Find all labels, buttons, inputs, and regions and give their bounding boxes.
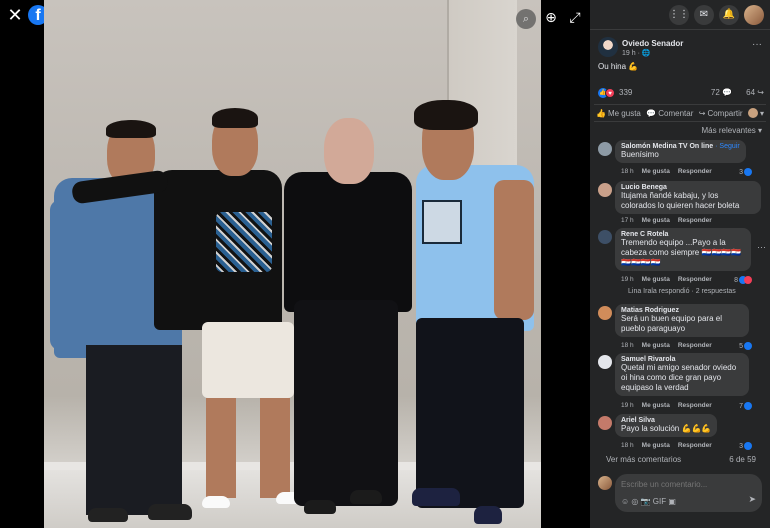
- author-avatar[interactable]: [598, 37, 618, 57]
- comment-bubble: Rene C Rotela Tremendo equipo ...Payo a …: [615, 228, 751, 271]
- messenger-icon[interactable]: ✉: [694, 4, 714, 25]
- sort-comments-dropdown[interactable]: Más relevantes ▾: [702, 126, 762, 135]
- comment-reply-button[interactable]: Responder: [678, 402, 712, 409]
- magnify-icon[interactable]: ⌕: [516, 9, 536, 29]
- commenter-avatar[interactable]: [598, 355, 612, 369]
- comment-item: Ariel Silva Payo la solución 💪💪💪 18 h Me …: [598, 414, 766, 452]
- comment-count[interactable]: 72 💬: [711, 88, 732, 97]
- replies-link[interactable]: Lina Irala respondió · 2 respuestas: [628, 288, 736, 295]
- composer-tools[interactable]: ☺ ◎ 📷 GIF ▣: [621, 497, 756, 506]
- comment-reactions[interactable]: 7: [739, 402, 752, 410]
- comment-reply-button[interactable]: Responder: [678, 168, 712, 175]
- comment-reactions[interactable]: 3: [739, 168, 752, 176]
- comment-like-button[interactable]: Me gusta: [642, 276, 670, 283]
- view-more-comments-link[interactable]: Ver más comentarios: [606, 455, 681, 464]
- post-meta: 19 h · 🌐: [622, 50, 651, 57]
- comment-like-button[interactable]: Me gusta: [642, 217, 670, 224]
- thumbs-up-icon: 👍: [596, 108, 606, 118]
- comment-item: Lucio Benega Itujama ñandé kabaju, y los…: [598, 181, 766, 227]
- commenter-avatar[interactable]: [598, 306, 612, 320]
- comment-time[interactable]: 18 h: [621, 168, 634, 175]
- post-text: Ou hina 💪: [598, 62, 639, 71]
- share-icon: ↪: [698, 108, 706, 118]
- reaction-count[interactable]: 339: [619, 88, 632, 97]
- comment-reply-button[interactable]: Responder: [678, 276, 712, 283]
- comment-bubble: Lucio Benega Itujama ñandé kabaju, y los…: [615, 181, 761, 214]
- post-author[interactable]: Oviedo Senador: [622, 39, 683, 48]
- follow-button[interactable]: · Seguir: [715, 143, 740, 150]
- comment-time[interactable]: 19 h: [621, 402, 634, 409]
- share-count[interactable]: 64 ↪: [746, 88, 764, 97]
- comment-icon: 💬: [646, 108, 657, 118]
- photo-viewer-screen: ✕ f ⌕ ⊕ ⤢ ⋮⋮ ✉ 🔔 Oviedo Senador 19 h · 🌐…: [0, 0, 770, 528]
- comment-item: Matias Rodriguez Será un buen equipo par…: [598, 304, 766, 350]
- menu-grid-icon[interactable]: ⋮⋮: [669, 4, 689, 25]
- comment-button[interactable]: 💬 Comentar: [646, 109, 693, 118]
- comment-time[interactable]: 17 h: [621, 217, 634, 224]
- love-reaction-icon: ♥: [605, 88, 615, 98]
- commenter-avatar[interactable]: [598, 183, 612, 197]
- comment-bubble: Ariel Silva Payo la solución 💪💪💪: [615, 414, 718, 437]
- comment-reactions[interactable]: 3: [739, 442, 752, 450]
- comment-time[interactable]: 18 h: [621, 442, 634, 449]
- comment-time[interactable]: 18 h: [621, 342, 634, 349]
- comment-text: Será un buen equipo para el pueblo parag…: [621, 314, 722, 333]
- comment-item: Salomón Medina TV On line · Seguir Buení…: [598, 140, 766, 178]
- comment-box: ☺ ◎ 📷 GIF ▣ ➤: [615, 474, 762, 512]
- comment-reply-button[interactable]: Responder: [678, 217, 712, 224]
- comment-reactions[interactable]: 5: [739, 342, 752, 350]
- post-header: Oviedo Senador 19 h · 🌐 ···: [598, 37, 766, 61]
- comment-page-count: 6 de 59: [729, 455, 756, 464]
- user-avatar[interactable]: [598, 476, 612, 490]
- top-bar: ⋮⋮ ✉ 🔔: [590, 0, 770, 30]
- comment-bubble: Samuel Rivarola Quetal mi amigo senador …: [615, 353, 749, 396]
- comment-composer: ☺ ◎ 📷 GIF ▣ ➤: [598, 474, 766, 512]
- like-button[interactable]: 👍 Me gusta: [596, 109, 641, 118]
- comment-text: Tremendo equipo ...Payo a la cabeza como…: [621, 238, 742, 267]
- commenter-avatar[interactable]: [598, 416, 612, 430]
- commenter-name[interactable]: Lucio Benega: [621, 184, 755, 191]
- comment-time[interactable]: 19 h: [621, 276, 634, 283]
- post-photo: [44, 0, 541, 528]
- comment-like-button[interactable]: Me gusta: [642, 442, 670, 449]
- comment-like-button[interactable]: Me gusta: [642, 168, 670, 175]
- comment-like-button[interactable]: Me gusta: [642, 402, 670, 409]
- commenter-name[interactable]: Matias Rodriguez: [621, 307, 743, 314]
- comment-text: Buenísimo: [621, 150, 659, 159]
- post-actions: 👍 Me gusta 💬 Comentar ↪ Compartir ▾: [594, 104, 766, 122]
- comment-reply-button[interactable]: Responder: [678, 342, 712, 349]
- comment-input[interactable]: [621, 478, 756, 490]
- comment-reply-button[interactable]: Responder: [678, 442, 712, 449]
- commenter-name: Salomón Medina TV On line: [621, 143, 714, 150]
- reaction-picker[interactable]: ▾: [747, 108, 764, 118]
- comment-reactions[interactable]: 8: [734, 276, 752, 284]
- comment-text: Itujama ñandé kabaju, y los colorados lo…: [621, 191, 740, 210]
- commenter-avatar[interactable]: [598, 142, 612, 156]
- commenter-name[interactable]: Ariel Silva: [621, 417, 711, 424]
- account-avatar[interactable]: [744, 4, 764, 25]
- comment-text: Payo la solución 💪💪💪: [621, 424, 712, 433]
- comment-like-button[interactable]: Me gusta: [642, 342, 670, 349]
- commenter-name[interactable]: Rene C Rotela: [621, 231, 745, 238]
- comment-bubble: Salomón Medina TV On line · Seguir Buení…: [615, 140, 746, 163]
- comment-item: Samuel Rivarola Quetal mi amigo senador …: [598, 353, 766, 411]
- comment-item: Rene C Rotela Tremendo equipo ...Payo a …: [598, 228, 766, 288]
- post-side-panel: ⋮⋮ ✉ 🔔 Oviedo Senador 19 h · 🌐 ··· Ou hi…: [590, 0, 770, 528]
- zoom-in-icon[interactable]: ⊕: [543, 9, 559, 25]
- comment-options-icon[interactable]: ···: [757, 242, 766, 252]
- send-icon[interactable]: ➤: [748, 494, 756, 505]
- comment-text: Quetal mi amigo senador oviedo oi hina c…: [621, 363, 737, 392]
- share-button[interactable]: ↪ Compartir: [699, 109, 743, 118]
- fullscreen-icon[interactable]: ⤢: [567, 9, 583, 25]
- notifications-icon[interactable]: 🔔: [719, 4, 739, 25]
- more-options-icon[interactable]: ···: [752, 39, 762, 50]
- close-icon[interactable]: ✕: [6, 6, 24, 24]
- post-stats: 👍 ♥ 339 72 💬 64 ↪: [598, 86, 764, 100]
- photo-viewer: ✕ f ⌕ ⊕ ⤢: [0, 0, 590, 528]
- comment-bubble: Matias Rodriguez Será un buen equipo par…: [615, 304, 749, 337]
- commenter-avatar[interactable]: [598, 230, 612, 244]
- commenter-name[interactable]: Samuel Rivarola: [621, 356, 743, 363]
